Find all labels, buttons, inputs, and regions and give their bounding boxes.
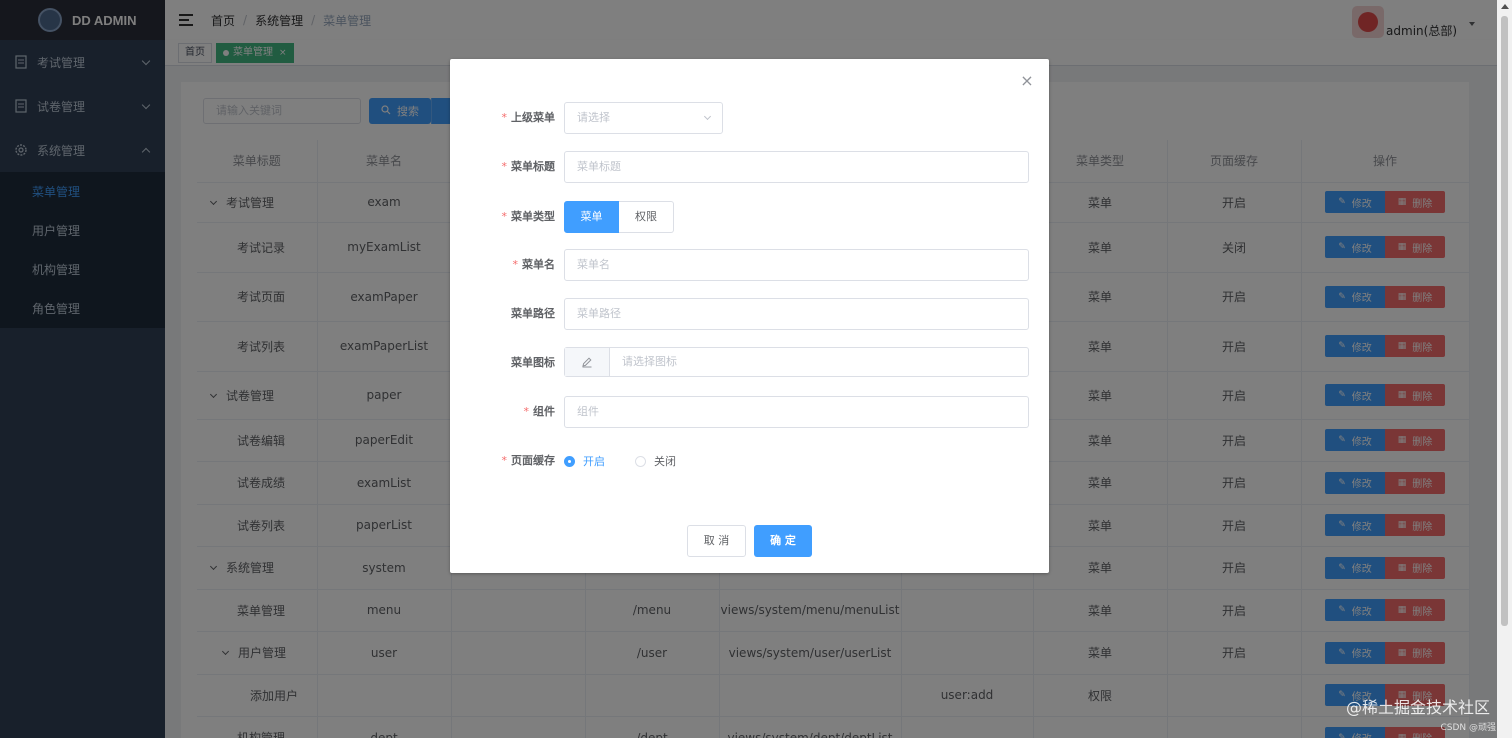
- form-label: * 页面缓存: [501, 454, 556, 467]
- form-row-cache: * 页面缓存 开启 关闭: [450, 445, 1049, 477]
- form-row-path: 菜单路径 菜单路径: [450, 298, 1049, 330]
- form-label: * 菜单类型: [501, 210, 556, 223]
- menu-title-input[interactable]: 菜单标题: [564, 151, 1029, 183]
- parent-menu-select[interactable]: 请选择: [564, 102, 723, 134]
- menu-dialog: × * 上级菜单 请选择 * 菜单标题 菜单标题 * 菜单类型 菜单 权限 * 菜单名 …: [450, 59, 1049, 573]
- menu-name-input[interactable]: 菜单名: [564, 249, 1029, 281]
- form-row-component: * 组件 组件: [450, 396, 1049, 428]
- form-label: * 上级菜单: [501, 111, 556, 124]
- form-label: 菜单图标: [511, 356, 555, 369]
- menu-type-radio-group: 菜单 权限: [564, 201, 674, 233]
- form-label: * 菜单标题: [501, 160, 556, 173]
- component-input[interactable]: 组件: [564, 396, 1029, 428]
- watermark: @稀土掘金技术社区: [1345, 698, 1490, 717]
- cache-option-on[interactable]: 开启: [564, 453, 605, 469]
- radio-unchecked-icon: [635, 455, 646, 467]
- type-option-menu[interactable]: 菜单: [564, 201, 619, 233]
- form-label: * 组件: [523, 405, 556, 418]
- form-row-name: * 菜单名 菜单名: [450, 249, 1049, 281]
- chevron-down-icon: [703, 112, 712, 121]
- menu-path-input[interactable]: 菜单路径: [564, 298, 1029, 330]
- cache-radio-group: 开启 关闭: [564, 445, 706, 477]
- confirm-button[interactable]: 确 定: [754, 525, 812, 557]
- form-row-parent: * 上级菜单 请选择: [450, 102, 1049, 134]
- form-row-type: * 菜单类型 菜单 权限: [450, 201, 1049, 233]
- scroll-thumb[interactable]: [1501, 16, 1508, 626]
- type-option-permission[interactable]: 权限: [619, 201, 674, 233]
- form-label: 菜单路径: [511, 307, 555, 320]
- menu-icon-input[interactable]: 请选择图标: [564, 347, 1029, 377]
- form-row-title: * 菜单标题 菜单标题: [450, 151, 1049, 183]
- edit-icon[interactable]: [565, 348, 610, 376]
- form-label: * 菜单名: [512, 258, 556, 271]
- radio-checked-icon: [564, 455, 575, 467]
- page-scrollbar[interactable]: [1497, 0, 1512, 738]
- scroll-up-icon[interactable]: [1501, 4, 1509, 9]
- cache-option-off[interactable]: 关闭: [635, 453, 676, 469]
- form-row-icon: 菜单图标 请选择图标: [450, 347, 1049, 379]
- watermark-sub: CSDN @顽强: [1440, 723, 1496, 733]
- close-icon[interactable]: ×: [1019, 73, 1035, 89]
- icon-placeholder: 请选择图标: [622, 355, 677, 368]
- cancel-button[interactable]: 取 消: [687, 525, 746, 557]
